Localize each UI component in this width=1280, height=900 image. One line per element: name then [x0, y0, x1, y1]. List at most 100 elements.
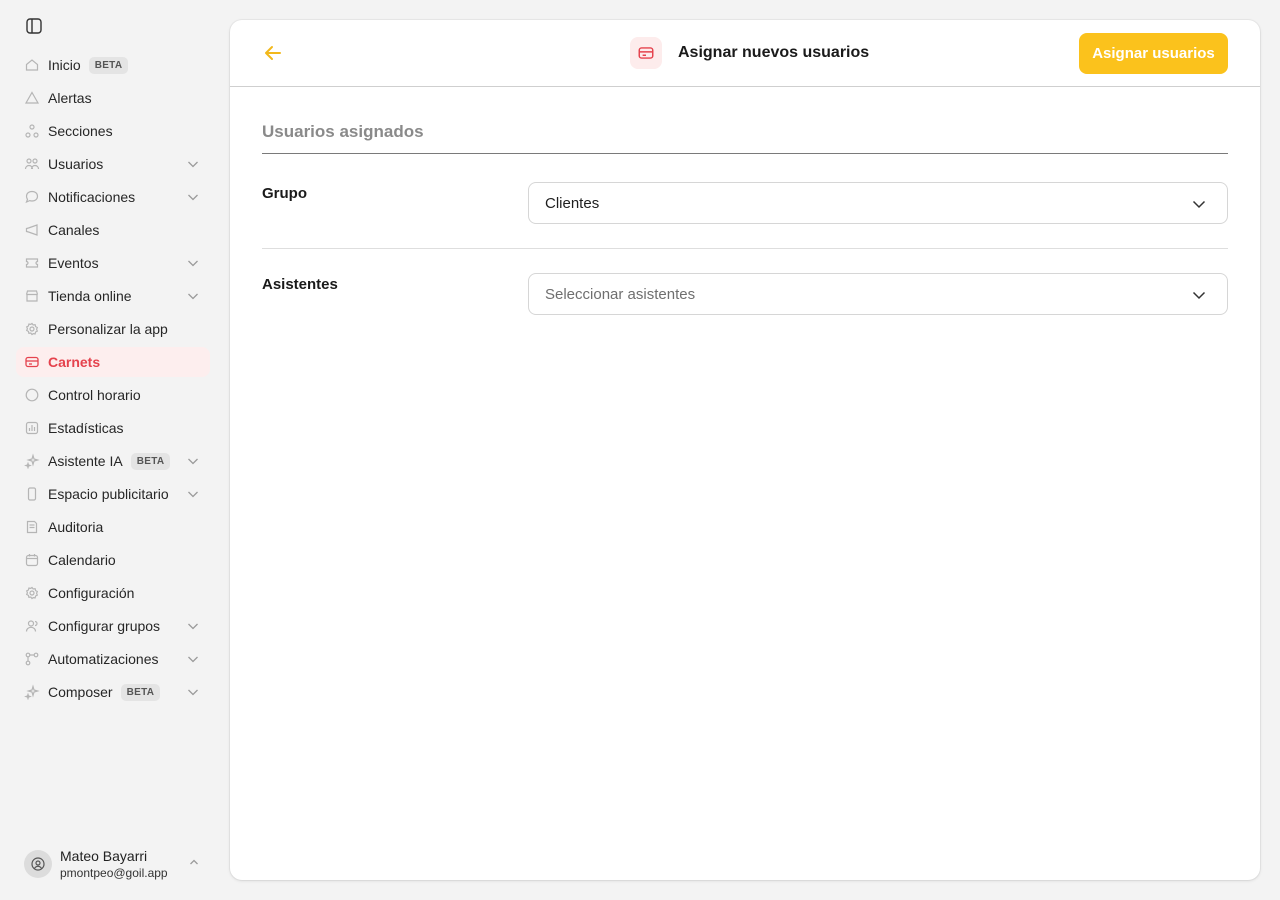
row-divider: [262, 248, 1228, 249]
section-title: Usuarios asignados: [262, 122, 424, 141]
user-avatar-icon: [31, 857, 45, 871]
chevron-down-icon[interactable]: [186, 454, 200, 468]
chevron-down-icon: [1192, 291, 1206, 300]
sidebar-item-label: Tienda online: [48, 288, 132, 304]
sidebar-item-automatizaciones[interactable]: Automatizaciones: [16, 644, 210, 674]
sidebar-item-label: Control horario: [48, 387, 141, 403]
ticket-icon: [24, 255, 40, 271]
chevron-down-icon[interactable]: [186, 157, 200, 171]
sidebar-item-label: Alertas: [48, 90, 92, 106]
sidebar-item-label: Personalizar la app: [48, 321, 168, 337]
sidebar-item-asistente-ia[interactable]: Asistente IA BETA: [16, 446, 210, 476]
clock-icon: [24, 387, 40, 403]
chevron-up-icon[interactable]: [188, 856, 200, 868]
calendar-icon: [24, 552, 40, 568]
chevron-down-icon[interactable]: [186, 685, 200, 699]
automation-icon: [24, 651, 40, 667]
sidebar-item-composer[interactable]: Composer BETA: [16, 677, 210, 707]
arrow-left-icon: [265, 46, 281, 60]
sidebar-item-personalizar-app[interactable]: Personalizar la app: [16, 314, 210, 344]
panel-header: Asignar nuevos usuarios Asignar usuarios: [230, 20, 1260, 87]
sidebar-item-label: Configurar grupos: [48, 618, 161, 634]
chevron-down-icon: [1192, 200, 1206, 209]
sidebar-nav: Inicio BETA Alertas Secciones Usuarios N…: [16, 50, 210, 710]
attendees-label: Asistentes: [262, 276, 338, 293]
chat-bubble-icon: [24, 189, 40, 205]
alert-icon: [24, 90, 40, 106]
beta-badge: BETA: [120, 683, 161, 701]
sidebar-item-label: Composer: [48, 684, 113, 700]
chevron-down-icon[interactable]: [186, 289, 200, 303]
back-button[interactable]: [262, 42, 284, 64]
sparkle-icon: [24, 453, 40, 469]
sidebar-item-label: Auditoria: [48, 519, 104, 535]
sidebar: Inicio BETA Alertas Secciones Usuarios N…: [0, 0, 220, 900]
user-name: Mateo Bayarri: [60, 848, 148, 864]
sidebar-item-label: Inicio: [48, 57, 81, 73]
gear-icon: [24, 321, 40, 337]
avatar: [24, 850, 52, 878]
users-icon: [24, 156, 40, 172]
home-icon: [24, 57, 40, 73]
sidebar-item-label: Calendario: [48, 552, 116, 568]
sidebar-item-label: Secciones: [48, 123, 113, 139]
megaphone-icon: [24, 222, 40, 238]
chevron-down-icon[interactable]: [186, 652, 200, 666]
sidebar-item-canales[interactable]: Canales: [16, 215, 210, 245]
sections-icon: [24, 123, 40, 139]
sidebar-item-label: Estadísticas: [48, 420, 124, 436]
sidebar-item-usuarios[interactable]: Usuarios: [16, 149, 210, 179]
sidebar-item-label: Usuarios: [48, 156, 104, 172]
audit-icon: [24, 519, 40, 535]
attendees-select-placeholder: Seleccionar asistentes: [545, 285, 696, 303]
attendees-select[interactable]: Seleccionar asistentes: [528, 273, 1228, 315]
section-divider: [262, 153, 1228, 154]
sidebar-item-label: Eventos: [48, 255, 99, 271]
sidebar-item-label: Canales: [48, 222, 100, 238]
sidebar-item-inicio[interactable]: Inicio BETA: [16, 50, 210, 80]
sparkle-icon: [24, 684, 40, 700]
settings-icon: [24, 585, 40, 601]
sidebar-item-eventos[interactable]: Eventos: [16, 248, 210, 278]
chevron-down-icon[interactable]: [186, 487, 200, 501]
page-title-group: Asignar nuevos usuarios: [630, 37, 869, 69]
sidebar-item-estadisticas[interactable]: Estadísticas: [16, 413, 210, 443]
sidebar-item-secciones[interactable]: Secciones: [16, 116, 210, 146]
sidebar-toggle-icon[interactable]: [24, 16, 44, 36]
sidebar-item-control-horario[interactable]: Control horario: [16, 380, 210, 410]
sidebar-item-auditoria[interactable]: Auditoria: [16, 512, 210, 542]
card-icon: [24, 354, 40, 370]
phone-icon: [24, 486, 40, 502]
sidebar-item-configurar-grupos[interactable]: Configurar grupos: [16, 611, 210, 641]
group-label: Grupo: [262, 185, 307, 202]
chevron-down-icon[interactable]: [186, 619, 200, 633]
chevron-down-icon[interactable]: [186, 190, 200, 204]
sidebar-item-label: Asistente IA: [48, 453, 123, 469]
user-email: pmontpeo@goil.app: [60, 866, 168, 880]
group-select[interactable]: Clientes: [528, 182, 1228, 224]
assign-users-button[interactable]: Asignar usuarios: [1079, 33, 1228, 74]
chart-icon: [24, 420, 40, 436]
sidebar-item-configuracion[interactable]: Configuración: [16, 578, 210, 608]
sidebar-item-alertas[interactable]: Alertas: [16, 83, 210, 113]
sidebar-item-tienda-online[interactable]: Tienda online: [16, 281, 210, 311]
user-group-icon: [24, 618, 40, 634]
store-icon: [24, 288, 40, 304]
sidebar-item-calendario[interactable]: Calendario: [16, 545, 210, 575]
card-icon: [630, 37, 662, 69]
sidebar-item-notificaciones[interactable]: Notificaciones: [16, 182, 210, 212]
sidebar-item-label: Notificaciones: [48, 189, 136, 205]
sidebar-item-label: Automatizaciones: [48, 651, 159, 667]
chevron-down-icon[interactable]: [186, 256, 200, 270]
beta-badge: BETA: [130, 452, 171, 470]
page-title: Asignar nuevos usuarios: [678, 44, 870, 61]
main-panel: Asignar nuevos usuarios Asignar usuarios…: [230, 20, 1260, 880]
sidebar-item-label: Configuración: [48, 585, 135, 601]
sidebar-item-label: Carnets: [48, 354, 101, 370]
sidebar-item-espacio-publicitario[interactable]: Espacio publicitario: [16, 479, 210, 509]
sidebar-item-carnets[interactable]: Carnets: [16, 347, 210, 377]
user-menu[interactable]: Mateo Bayarri pmontpeo@goil.app: [24, 844, 210, 884]
beta-badge: BETA: [88, 56, 129, 74]
group-select-value: Clientes: [545, 194, 600, 212]
sidebar-item-label: Espacio publicitario: [48, 486, 169, 502]
